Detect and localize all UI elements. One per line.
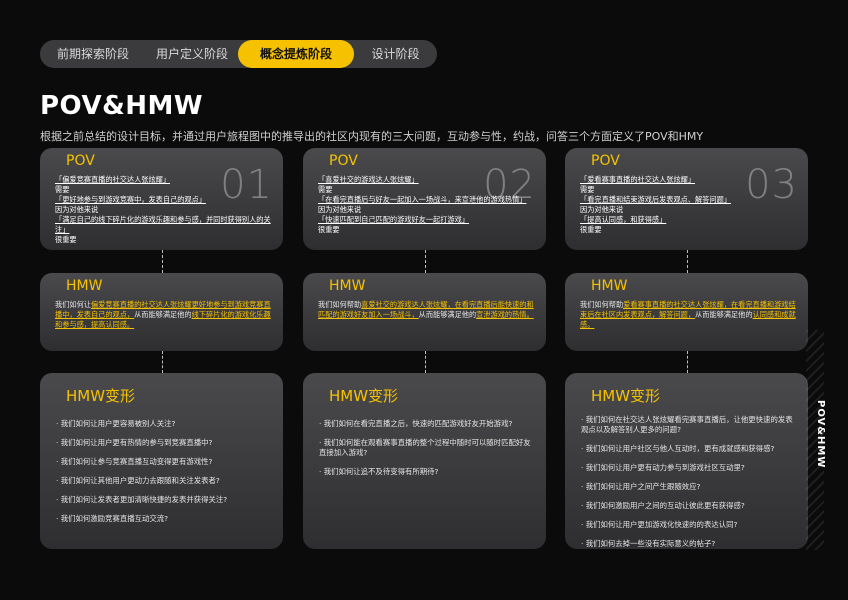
pov-line: 「喜爱社交的游戏达人张炫耀」 xyxy=(318,175,419,184)
pov-card: POV 02 「喜爱社交的游戏达人张炫耀」 需要 「在看完直播后与好友一起加入一场战… xyxy=(303,148,546,250)
dashed-connector xyxy=(424,250,426,273)
side-label: POV&HMW xyxy=(815,400,826,469)
pov-title: POV xyxy=(329,153,358,169)
pov-statement: 「爱看赛事直播的社交达人张炫耀」 需要 「看完直播和结束游戏后发表观点、解答问题」因… xyxy=(580,175,796,235)
hmw-variant-item: · 我们如何能在观看赛事直播的整个过程中随时可以随时匹配好友直接加入游戏? xyxy=(319,438,531,457)
tab-concept-refinement[interactable]: 概念提炼阶段 xyxy=(238,40,354,68)
pov-line: 「提高认同感，和获得感」 xyxy=(580,215,667,224)
pov-line: 需要 xyxy=(318,185,333,194)
pov-line: 很重要 xyxy=(318,225,340,234)
hmw-title: HMW xyxy=(591,278,628,294)
pov-line: 「偏爱竞赛直播的社交达人张炫耀」 xyxy=(55,175,171,184)
hmw-statement: 我们如何帮助喜爱社交的游戏达人张炫耀，在看完直播后能快速的和匹配的游戏好友加入一… xyxy=(318,300,534,320)
pov-line: 「快速匹配到自己匹配的游戏好友一起打游戏」 xyxy=(318,215,469,224)
phase-tabs: 前期探索阶段 用户定义阶段 概念提炼阶段 设计阶段 xyxy=(40,40,437,68)
hmw-variant-list: · 我们如何让用户更容易被别人关注? · 我们如何让用户更有热情的参与到竞赛直播中… xyxy=(56,419,271,533)
hmw-variant-item: · 我们如何让追不及待变得有所期待? xyxy=(319,467,439,476)
pov-title: POV xyxy=(66,153,95,169)
pov-line: 「满足自己的线下碎片化的游戏乐趣和参与感，并同时获得别人的关注」 xyxy=(55,215,271,234)
pov-line: 「更好地参与到游戏竞赛中，发表自己的观点」 xyxy=(55,195,206,204)
hmw-title: HMW xyxy=(66,278,103,294)
pov-line: 需要 xyxy=(580,185,595,194)
pov-card: POV 03 「爱看赛事直播的社交达人张炫耀」 需要 「看完直播和结束游戏后发表观点… xyxy=(565,148,808,250)
page-subtitle: 根据之前总结的设计目标，并通过用户旅程图中的推导出的社区内现有的三大问题，互动参… xyxy=(40,130,704,143)
tab-exploration[interactable]: 前期探索阶段 xyxy=(40,40,146,68)
hmw-variant-item: · 我们如何激励竞赛直播互动交流? xyxy=(56,514,169,523)
pov-card: POV 01 「偏爱竞赛直播的社交达人张炫耀」 需要 「更好地参与到游戏竞赛中，发表… xyxy=(40,148,283,250)
hmw-variant-list: · 我们如何在看完直播之后，快速的匹配游戏好友开始游戏? · 我们如何能在观看赛事… xyxy=(319,419,534,486)
pov-line: 很重要 xyxy=(580,225,602,234)
hmw-title: HMW xyxy=(329,278,366,294)
pov-line: 「看完直播和结束游戏后发表观点、解答问题」 xyxy=(580,195,731,204)
hmw-variant-item: · 我们如何让参与竞赛直播互动变得更有游戏性? xyxy=(56,457,213,466)
pov-statement: 「喜爱社交的游戏达人张炫耀」 需要 「在看完直播后与好友一起加入一场战斗，来宣泄他的… xyxy=(318,175,534,235)
tab-user-definition[interactable]: 用户定义阶段 xyxy=(146,40,238,68)
dashed-connector xyxy=(686,351,688,373)
hmw-card: HMW 我们如何帮助爱看赛事直播的社交达人张炫耀，在看完直播和游戏结束后在社区内… xyxy=(565,273,808,351)
pov-line: 「爱看赛事直播的社交达人张炫耀」 xyxy=(580,175,696,184)
page-title: POV&HMW xyxy=(40,91,204,121)
hmw-statement: 我们如何让偏爱竞赛直播的社交达人张炫耀更好地参与到游戏竞赛直播中，发表自己的观点… xyxy=(55,300,271,330)
pov-line: 需要 xyxy=(55,185,70,194)
pov-line: 很重要 xyxy=(55,235,77,244)
hmw-variant-item: · 我们如何在看完直播之后，快速的匹配游戏好友开始游戏? xyxy=(319,419,513,428)
pov-line: 因为对他来说 xyxy=(580,205,624,214)
hmw-text-segment: 从而能够满足他的 xyxy=(134,310,192,319)
hmw-variant-item: · 我们如何激励用户之间的互动让彼此更有获得感? xyxy=(581,501,745,510)
hmw-variant-item: · 我们如何让用户更加游戏化快速的的表达认同? xyxy=(581,520,738,529)
hmw-statement: 我们如何帮助爱看赛事直播的社交达人张炫耀，在看完直播和游戏结束后在社区内发表观点… xyxy=(580,300,796,330)
pov-line: 「在看完直播后与好友一起加入一场战斗，来宣泄他的游戏热情」 xyxy=(318,195,527,204)
dashed-connector xyxy=(424,351,426,373)
dashed-connector xyxy=(686,250,688,273)
hmw-text-segment: 宣泄游戏的热情。 xyxy=(476,310,534,319)
hmw-variant-title: HMW变形 xyxy=(591,387,661,405)
hmw-variant-item: · 我们如何让其他用户更动力去跟随和关注发表者? xyxy=(56,476,220,485)
hmw-text-segment: 我们如何帮助 xyxy=(318,300,362,309)
dashed-connector xyxy=(161,250,163,273)
hmw-variant-item: · 我们如何去掉一些没有实际意义的帖子? xyxy=(581,539,716,548)
hmw-variant-item: · 我们如何让用户更容易被别人关注? xyxy=(56,419,176,428)
hmw-card: HMW 我们如何帮助喜爱社交的游戏达人张炫耀，在看完直播后能快速的和匹配的游戏好… xyxy=(303,273,546,351)
hmw-text-segment: 我们如何让 xyxy=(55,300,91,309)
hmw-variant-title: HMW变形 xyxy=(329,387,399,405)
hmw-variant-list: · 我们如何在社交达人张炫耀看完赛事直播后，让他更快速的发表观点以及解答别人更多… xyxy=(581,415,796,549)
hmw-variant-item: · 我们如何让用户更有动力参与到游戏社区互动里? xyxy=(581,463,745,472)
hmw-text-segment: 从而能够满足他的 xyxy=(418,310,477,319)
pov-line: 因为对他来说 xyxy=(318,205,362,214)
hmw-card: HMW 我们如何让偏爱竞赛直播的社交达人张炫耀更好地参与到游戏竞赛直播中，发表自… xyxy=(40,273,283,351)
hmw-text-segment: 我们如何帮助 xyxy=(580,300,624,309)
hmw-variant-title: HMW变形 xyxy=(66,387,136,405)
hmw-variant-card: HMW变形 · 我们如何在看完直播之后，快速的匹配游戏好友开始游戏? · 我们如何… xyxy=(303,373,546,549)
pov-line: 因为对他来说 xyxy=(55,205,99,214)
hmw-variant-item: · 我们如何在社交达人张炫耀看完赛事直播后，让他更快速的发表观点以及解答别人更多… xyxy=(581,415,793,434)
dashed-connector xyxy=(161,351,163,373)
hmw-variant-card: HMW变形 · 我们如何让用户更容易被别人关注? · 我们如何让用户更有热情的参与… xyxy=(40,373,283,549)
hmw-variant-item: · 我们如何让发表者更加清晰快捷的发表并获得关注? xyxy=(56,495,228,504)
hmw-variant-item: · 我们如何让用户更有热情的参与到竞赛直播中? xyxy=(56,438,213,447)
hmw-text-segment: 从而能够满足他的 xyxy=(695,310,753,319)
hmw-variant-item: · 我们如何让用户之间产生跟随效应? xyxy=(581,482,701,491)
tab-design[interactable]: 设计阶段 xyxy=(354,40,437,68)
pov-statement: 「偏爱竞赛直播的社交达人张炫耀」 需要 「更好地参与到游戏竞赛中，发表自己的观点」因… xyxy=(55,175,271,245)
pov-title: POV xyxy=(591,153,620,169)
hmw-variant-item: · 我们如何让用户社区与他人互动时，更有成就感和获得感? xyxy=(581,444,775,453)
hmw-variant-card: HMW变形 · 我们如何在社交达人张炫耀看完赛事直播后，让他更快速的发表观点以及… xyxy=(565,373,808,549)
